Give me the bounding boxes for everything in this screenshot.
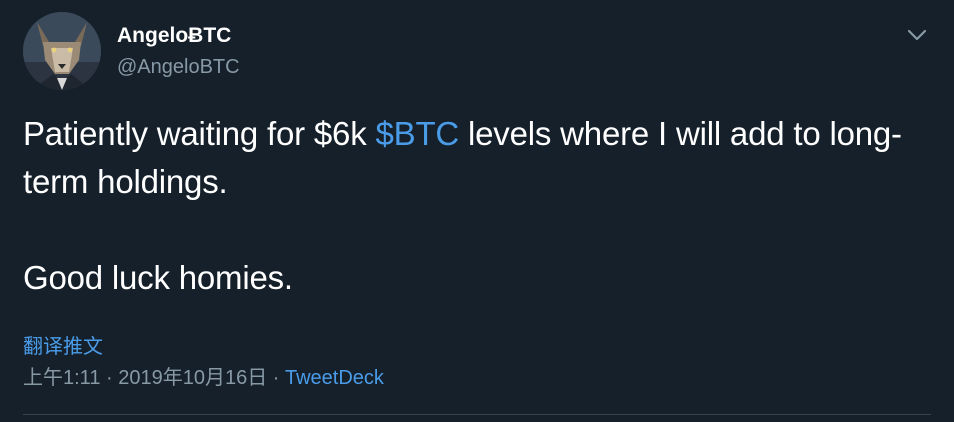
wolf-avatar-icon[interactable] <box>23 12 101 90</box>
meta-separator: · <box>267 367 285 389</box>
avatar-image <box>23 12 101 90</box>
tweet-text: Patiently waiting for $6k $BTC levels wh… <box>23 110 923 302</box>
divider <box>23 414 931 415</box>
tweet-timestamp[interactable]: 上午1:11 · 2019年10月16日 <box>23 367 267 389</box>
tweet-author[interactable]: AngeloɃTC @AngeloBTC <box>117 22 240 81</box>
author-handle[interactable]: @AngeloBTC <box>117 53 240 81</box>
tweet-metadata: 上午1:11 · 2019年10月16日 · TweetDeck <box>23 364 384 392</box>
tweet-text-before-cashtag: Patiently waiting for $6k <box>23 115 376 152</box>
tweet-card: AngeloɃTC @AngeloBTC Patiently waiting f… <box>0 0 954 422</box>
caret-glyph <box>907 29 927 41</box>
chevron-down-icon[interactable] <box>906 28 928 42</box>
cashtag-link[interactable]: $BTC <box>375 115 459 152</box>
translate-tweet-link[interactable]: 翻译推文 <box>23 333 103 361</box>
tweet-text-paragraph-2: Good luck homies. <box>23 259 293 296</box>
tweet-text-paragraph-1: Patiently waiting for $6k $BTC levels wh… <box>23 110 923 206</box>
author-display-name[interactable]: AngeloɃTC <box>117 22 240 50</box>
tweet-source-link[interactable]: TweetDeck <box>285 367 384 389</box>
